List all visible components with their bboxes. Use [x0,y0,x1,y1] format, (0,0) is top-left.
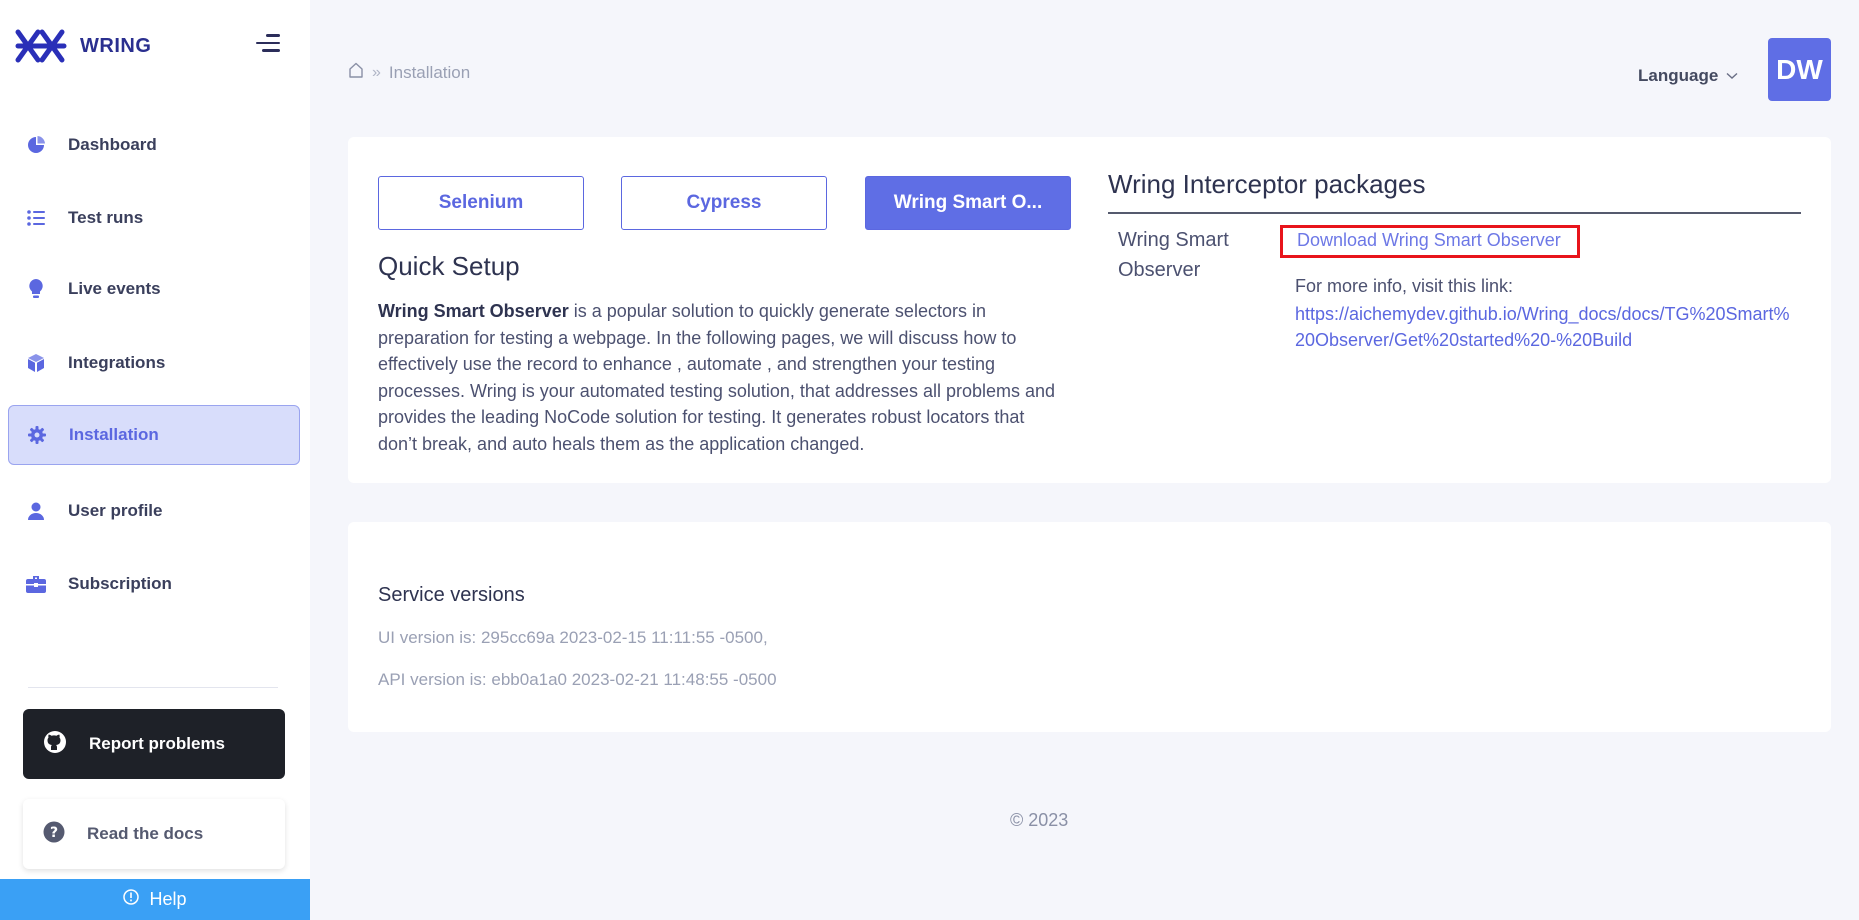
tab-selenium[interactable]: Selenium [378,176,584,230]
cube-icon [26,353,46,373]
sidebar-item-label: Dashboard [68,135,157,154]
description-bold: Wring Smart Observer [378,301,569,321]
sidebar-item-label: Integrations [68,353,166,372]
language-label: Language [1638,66,1719,85]
download-observer-link[interactable]: Download Wring Smart Observer [1280,225,1580,258]
sidebar-item-integrations[interactable]: Integrations [8,333,300,393]
sidebar-item-dashboard[interactable]: Dashboard [8,115,300,175]
sidebar-item-test-runs[interactable]: Test runs [8,188,300,248]
sidebar-item-subscription[interactable]: Subscription [8,554,300,614]
tab-cypress[interactable]: Cypress [621,176,827,230]
quick-setup-title: Quick Setup [378,251,520,281]
description-text: is a popular solution to quickly generat… [378,301,1056,454]
breadcrumb-current: Installation [388,62,471,82]
list-icon [26,208,46,228]
sidebar-item-user-profile[interactable]: User profile [8,481,300,541]
menu-toggle-icon[interactable] [256,34,280,54]
tab-wring-smart-observer[interactable]: Wring Smart O... [865,176,1071,230]
footer-copyright: © 2023 [1010,810,1069,830]
sidebar-item-label: Installation [69,425,159,444]
report-problems-label: Report problems [89,734,226,753]
question-circle-icon: ? [43,821,65,848]
report-problems-button[interactable]: Report problems [23,709,285,779]
help-label: Help [149,889,187,909]
packages-divider [1108,212,1801,214]
sidebar-item-label: Subscription [68,574,172,593]
read-docs-button[interactable]: ? Read the docs [23,799,285,869]
sidebar-item-installation[interactable]: Installation [8,405,300,465]
package-name: Wring Smart Observer [1118,229,1229,281]
github-icon [43,730,67,759]
breadcrumb-separator-icon: » [372,63,381,81]
language-dropdown[interactable]: Language [1638,66,1738,86]
sidebar-item-label: Live events [68,279,161,298]
brand[interactable]: WRING [14,26,151,66]
sidebar-item-label: User profile [68,501,163,520]
ui-version-text: UI version is: 295cc69a 2023-02-15 11:11… [378,628,768,647]
packages-title: Wring Interceptor packages [1108,169,1426,199]
avatar[interactable]: DW [1768,38,1831,101]
sidebar-divider [28,687,278,688]
home-icon[interactable] [348,62,364,83]
quick-setup-description: Wring Smart Observer is a popular soluti… [378,298,1068,457]
briefcase-icon [26,574,46,594]
breadcrumb: » Installation [348,62,470,83]
service-versions-card: Service versions UI version is: 295cc69a… [348,522,1831,732]
gear-icon [27,425,47,445]
more-info-link[interactable]: https://aichemydev.github.io/Wring_docs/… [1295,301,1795,353]
help-button[interactable]: Help [0,879,310,920]
pie-chart-icon [26,135,46,155]
more-info-label: For more info, visit this link: [1295,276,1514,296]
read-docs-label: Read the docs [87,824,204,843]
lightbulb-icon [26,279,46,299]
installation-card: Selenium Cypress Wring Smart O... Quick … [348,137,1831,483]
svg-text:?: ? [50,825,58,841]
service-versions-title: Service versions [378,584,525,606]
brand-name: WRING [80,34,152,57]
chevron-down-icon [1726,67,1738,85]
api-version-text: API version is: ebb0a1a0 2023-02-21 11:4… [378,670,777,689]
sidebar-item-live-events[interactable]: Live events [8,259,300,319]
wring-logo-icon [15,29,67,63]
info-circle-icon [123,889,140,910]
sidebar-item-label: Test runs [68,208,144,227]
user-icon [26,501,46,521]
sidebar: WRING Dashboard Test runs Live events In… [0,0,310,920]
